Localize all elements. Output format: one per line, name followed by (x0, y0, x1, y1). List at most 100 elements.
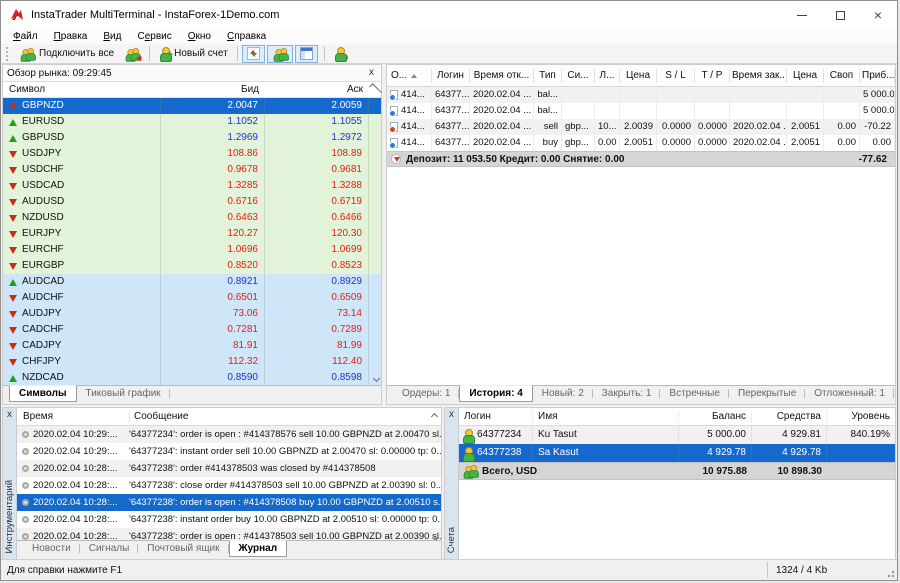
account-row-64377234[interactable]: 64377234Ku Tasut5 000.004 929.81840.19% (459, 426, 895, 444)
column-level[interactable]: Уровень (827, 411, 895, 422)
market-watch-row-eurgbp[interactable]: EURGBP0.85200.8523 (3, 258, 381, 274)
market-watch-row-cadchf[interactable]: CADCHF0.72810.7289 (3, 322, 381, 338)
orders-column-5[interactable]: Л... (595, 69, 620, 83)
orders-tab-ордеры-1[interactable]: Ордеры: 1 (393, 386, 459, 401)
orders-cell-9: 2020.02.04 ... (730, 119, 787, 135)
journal-tab-почтовый-ящик[interactable]: Почтовый ящик (138, 541, 228, 556)
market-watch-row-audchf[interactable]: AUDCHF0.65010.6509 (3, 290, 381, 306)
market-watch-row-usdjpy[interactable]: USDJPY108.86108.89 (3, 146, 381, 162)
column-login[interactable]: Логин (459, 411, 533, 422)
journal-close-icon[interactable]: x (7, 408, 12, 422)
expert-settings-button[interactable] (329, 45, 350, 63)
orders-column-2[interactable]: Время отк... (470, 69, 534, 83)
market-watch-row-eurchf[interactable]: EURCHF1.06961.0699 (3, 242, 381, 258)
connect-all-button[interactable]: Подключить все (14, 45, 119, 63)
menu-item-вид[interactable]: Вид (95, 31, 129, 42)
new-account-button[interactable]: + Новый счет (154, 45, 233, 63)
symbol-cell: AUDCHF (3, 290, 161, 306)
orders-tab-изменить-1[interactable]: Изменить: 1 (894, 386, 898, 401)
orders-column-7[interactable]: S / L (657, 69, 695, 83)
orders-column-10[interactable]: Цена (787, 69, 824, 83)
orders-column-0[interactable]: О... (387, 69, 432, 83)
journal-row[interactable]: 2020.02.04 10:28:...'64377238': instant … (17, 511, 441, 528)
market-watch-tab-тиковый-график[interactable]: Тиковый график (77, 386, 170, 401)
orders-row[interactable]: 414...64377...2020.02.04 ...buygbp...0.0… (387, 135, 895, 151)
orders-row[interactable]: 414...64377...2020.02.04 ...bal...5 000.… (387, 87, 895, 103)
column-name[interactable]: Имя (533, 411, 679, 422)
toolbar-grip[interactable] (6, 47, 11, 61)
orders-column-12[interactable]: Приб... (860, 69, 895, 83)
orders-tab-отложенный-1[interactable]: Отложенный: 1 (805, 386, 894, 401)
menu-item-правка[interactable]: Правка (46, 31, 96, 42)
account-login-cell: 64377234 (459, 426, 533, 444)
orders-column-9[interactable]: Время зак... (730, 69, 787, 83)
menu-item-справка[interactable]: Справка (219, 31, 274, 42)
orders-row[interactable]: 414...64377...2020.02.04 ...bal...5 000.… (387, 103, 895, 119)
orders-column-6[interactable]: Цена (620, 69, 657, 83)
market-watch-row-nzdcad[interactable]: NZDCAD0.85900.8598 (3, 370, 381, 386)
resize-grip-icon[interactable] (885, 568, 895, 578)
menu-item-окно[interactable]: Окно (180, 31, 219, 42)
accounts-close-icon[interactable]: x (449, 408, 454, 422)
market-watch-row-gbpusd[interactable]: GBPUSD1.29691.2972 (3, 130, 381, 146)
market-watch-row-chfjpy[interactable]: CHFJPY112.32112.40 (3, 354, 381, 370)
orders-row[interactable]: 414...64377...2020.02.04 ...sellgbp...10… (387, 119, 895, 135)
market-watch-close-icon[interactable]: x (366, 67, 377, 79)
orders-cell-1: 64377... (432, 135, 470, 151)
market-watch-row-audjpy[interactable]: AUDJPY73.0673.14 (3, 306, 381, 322)
column-message[interactable]: Сообщение (129, 411, 427, 422)
journal-row[interactable]: 2020.02.04 10:29:...'64377234': order is… (17, 426, 441, 443)
minimize-button[interactable] (783, 1, 821, 29)
scroll-up-icon[interactable] (369, 87, 381, 92)
market-watch-row-audusd[interactable]: AUDUSD0.67160.6719 (3, 194, 381, 210)
column-symbol[interactable]: Символ (3, 84, 161, 95)
orders-column-8[interactable]: T / P (695, 69, 730, 83)
orders-tab-история-4[interactable]: История: 4 (459, 385, 532, 402)
symbol-cell: GBPUSD (3, 130, 161, 146)
scroll-up-icon[interactable] (427, 414, 441, 419)
orders-cell-1: 64377... (432, 87, 470, 103)
orders-column-4[interactable]: Си... (562, 69, 595, 83)
market-watch-tab-символы[interactable]: Символы (9, 385, 77, 402)
market-watch-row-audcad[interactable]: AUDCAD0.89210.8929 (3, 274, 381, 290)
orders-tab-перекрытые[interactable]: Перекрытые (729, 386, 805, 401)
market-watch-row-eurusd[interactable]: EURUSD1.10521.1055 (3, 114, 381, 130)
journal-tabs: НовостиСигналыПочтовый ящикЖурнал (17, 540, 441, 559)
market-watch-row-gbpnzd[interactable]: GBPNZD2.00472.0059 (3, 98, 381, 114)
orders-tab-новый-2[interactable]: Новый: 2 (533, 386, 593, 401)
menu-item-файл[interactable]: Файл (5, 31, 46, 42)
account-row-64377238[interactable]: 64377238Sa Kasut4 929.784 929.78 (459, 444, 895, 462)
journal-tab-новости[interactable]: Новости (23, 541, 80, 556)
column-equity[interactable]: Средства (752, 411, 827, 422)
toolbox-side-label: Инструментарий (4, 480, 15, 553)
toolbox-toggle-button[interactable] (295, 45, 318, 63)
journal-row[interactable]: 2020.02.04 10:28:...'64377238': order #4… (17, 460, 441, 477)
column-time[interactable]: Время (17, 411, 129, 422)
orders-column-1[interactable]: Логин (432, 69, 470, 83)
column-ask[interactable]: Аск (265, 84, 369, 95)
orders-column-3[interactable]: Тип (534, 69, 562, 83)
journal-row[interactable]: 2020.02.04 10:29:...'64377234': instant … (17, 443, 441, 460)
scroll-down-icon[interactable] (374, 373, 379, 384)
market-watch-row-usdchf[interactable]: USDCHF0.96780.9681 (3, 162, 381, 178)
disconnect-all-button[interactable]: ◄ (119, 45, 145, 63)
journal-tab-журнал[interactable]: Журнал (229, 540, 288, 557)
orders-column-11[interactable]: Своп (824, 69, 860, 83)
journal-row[interactable]: 2020.02.04 10:28:...'64377238': order is… (17, 494, 441, 511)
market-watch-row-eurjpy[interactable]: EURJPY120.27120.30 (3, 226, 381, 242)
close-button[interactable]: × (859, 1, 897, 29)
orders-tab-встречные[interactable]: Встречные (660, 386, 729, 401)
orders-tab-закрыть-1[interactable]: Закрыть: 1 (593, 386, 661, 401)
column-balance[interactable]: Баланс (679, 411, 752, 422)
maximize-button[interactable] (821, 1, 859, 29)
ask-cell: 0.8598 (265, 370, 369, 386)
market-watch-row-usdcad[interactable]: USDCAD1.32851.3288 (3, 178, 381, 194)
journal-row[interactable]: 2020.02.04 10:28:...'64377238': close or… (17, 477, 441, 494)
accounts-toggle-button[interactable] (267, 45, 293, 63)
market-watch-toggle-button[interactable] (242, 45, 265, 63)
market-watch-row-nzdusd[interactable]: NZDUSD0.64630.6466 (3, 210, 381, 226)
market-watch-row-cadjpy[interactable]: CADJPY81.9181.99 (3, 338, 381, 354)
column-bid[interactable]: Бид (161, 84, 265, 95)
menu-item-сервис[interactable]: Сервис (129, 31, 179, 42)
journal-tab-сигналы[interactable]: Сигналы (80, 541, 139, 556)
